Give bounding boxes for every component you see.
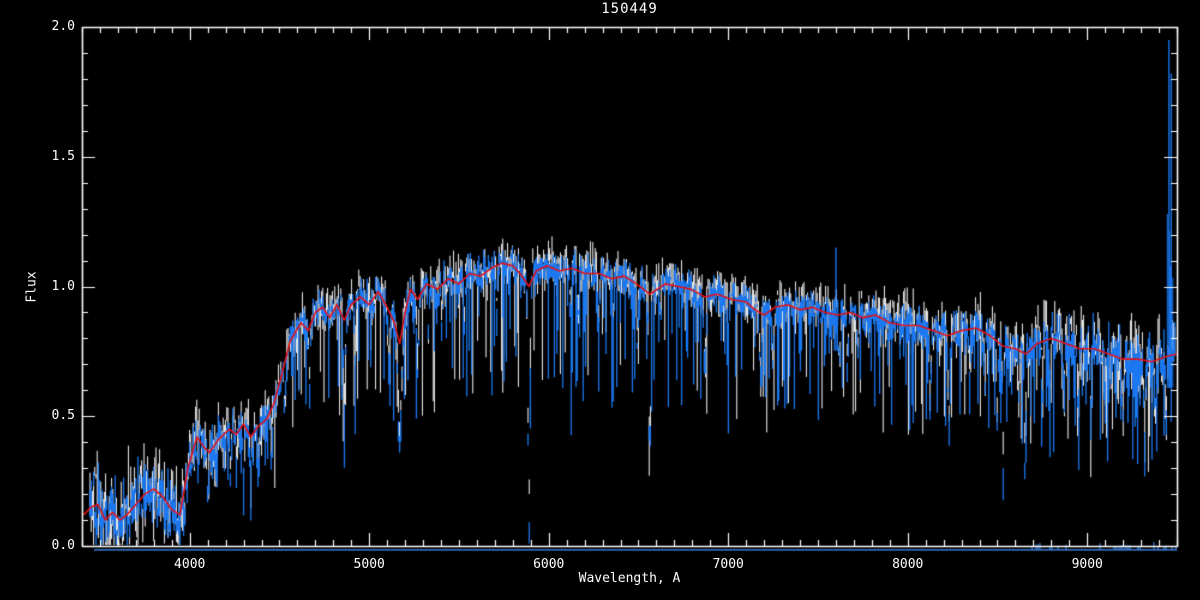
- spectrum-canvas: [0, 0, 1200, 600]
- x-tick-label: 8000: [892, 557, 924, 572]
- x-tick-label: 9000: [1071, 557, 1103, 572]
- x-tick-label: 6000: [533, 557, 565, 572]
- y-tick-label: 0.5: [51, 408, 75, 424]
- x-tick-label: 7000: [712, 557, 744, 572]
- y-tick-label: 2.0: [51, 19, 75, 34]
- chart-title: 150449: [601, 1, 658, 17]
- x-tick-label: 4000: [174, 557, 206, 572]
- y-axis-label: Flux: [24, 270, 40, 303]
- y-tick-label: 1.0: [51, 278, 75, 294]
- x-axis-label: Wavelength, A: [578, 571, 681, 586]
- y-tick-label: 0.0: [51, 538, 75, 553]
- spectrum-plot-window: 150449 Wavelength, A Flux 4000 5000 6000 70…: [0, 0, 1200, 600]
- x-tick-label: 5000: [353, 557, 385, 572]
- y-tick-label: 1.5: [51, 148, 75, 164]
